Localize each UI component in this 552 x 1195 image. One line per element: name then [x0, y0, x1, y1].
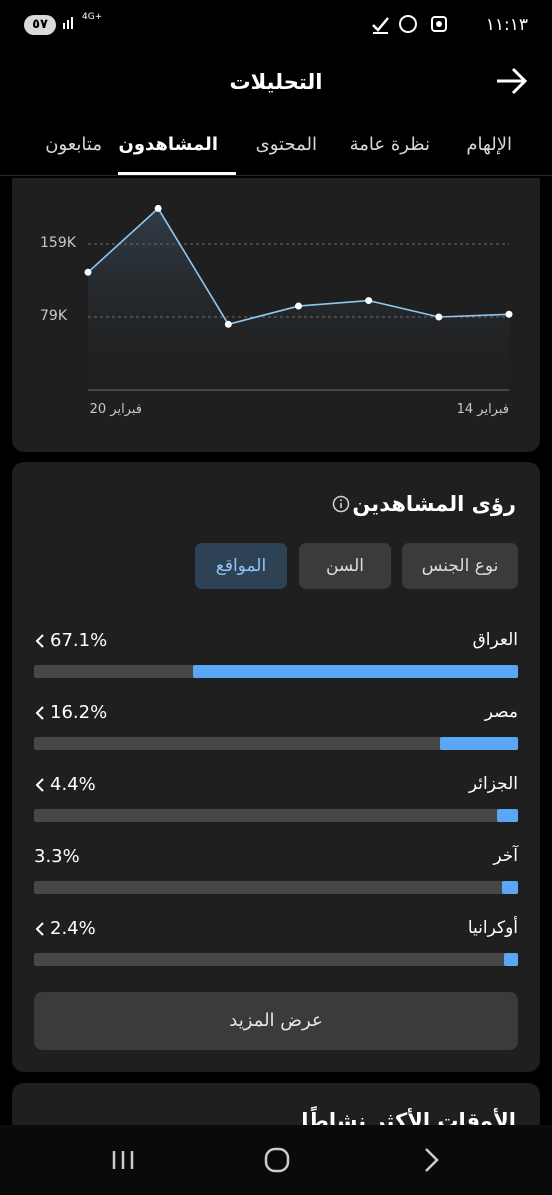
chart-point-6: [505, 310, 513, 318]
tab-followers[interactable]: متابعون: [45, 134, 102, 155]
xtick-feb20: فبراير 20: [90, 402, 142, 417]
chart-point-3: [295, 302, 302, 310]
audience-chart-card: 159K 79K فبراير 14 فبراير 20: [12, 178, 540, 452]
show-more-button[interactable]: عرض المزيد: [34, 992, 518, 1050]
chevron-left-icon: [35, 778, 44, 792]
tab-inspiration[interactable]: الإلهام: [466, 134, 512, 155]
location-bar-track: [34, 737, 518, 750]
back-icon[interactable]: [414, 1143, 448, 1177]
chart-point-4: [365, 297, 373, 305]
filter-age[interactable]: السن: [299, 543, 391, 589]
location-percent: 3.3%: [34, 846, 80, 867]
info-icon[interactable]: [332, 495, 350, 513]
home-icon[interactable]: [260, 1143, 294, 1177]
status-bar: ٥٧ 4G+ ١١:١٣: [0, 0, 552, 52]
signal-icon: [62, 14, 78, 33]
filter-locations[interactable]: المواقع: [195, 543, 287, 589]
location-bar-fill: [502, 881, 518, 894]
page-title: التحليلات: [229, 70, 323, 94]
location-bar-fill: [439, 737, 518, 750]
chart-point-1: [154, 204, 162, 212]
recent-apps-icon[interactable]: [106, 1143, 140, 1177]
tab-content[interactable]: المحتوى: [256, 134, 317, 155]
audience-insights-card: رؤى المشاهدين نوع الجنس السن المواقع الع…: [12, 462, 540, 1072]
chart-area-fill: [88, 208, 509, 390]
location-bar-track: [34, 809, 518, 822]
chevron-left-icon: [35, 634, 44, 648]
ytick-79k: 79K: [40, 308, 68, 324]
battery-indicator: ٥٧: [24, 15, 56, 35]
location-percent: 67.1%: [50, 630, 108, 651]
location-row-other: آخر 3.3%: [34, 846, 518, 906]
audience-line-chart: 159K 79K فبراير 14 فبراير 20: [40, 204, 513, 417]
filter-gender[interactable]: نوع الجنس: [402, 543, 518, 589]
active-tab-indicator: [118, 172, 236, 175]
location-name: أوكرانيا: [467, 918, 518, 938]
location-row-egypt[interactable]: مصر 16.2%: [34, 702, 518, 762]
status-time: ١١:١٣: [485, 15, 528, 35]
location-percent: 2.4%: [50, 918, 96, 939]
location-name: آخر: [493, 846, 518, 866]
location-bar-track: [34, 881, 518, 894]
back-arrow-icon[interactable]: [492, 62, 530, 100]
chart-point-0: [84, 268, 92, 276]
top-app-bar: التحليلات: [0, 52, 552, 112]
location-bar-track: [34, 953, 518, 966]
location-name: الجزائر: [468, 774, 518, 794]
location-name: مصر: [484, 702, 518, 722]
location-percent: 16.2%: [50, 702, 108, 723]
chevron-left-icon: [35, 706, 44, 720]
insights-title: رؤى المشاهدين: [352, 492, 516, 516]
location-bar-fill: [496, 809, 518, 822]
chart-point-2: [224, 320, 232, 328]
tab-audience[interactable]: المشاهدون: [118, 134, 218, 155]
location-bar-fill: [193, 665, 518, 678]
status-icons: [370, 13, 480, 39]
location-row-algeria[interactable]: الجزائر 4.4%: [34, 774, 518, 834]
xtick-feb14: فبراير 14: [457, 402, 509, 417]
ytick-159k: 159K: [40, 235, 77, 251]
tab-overview[interactable]: نظرة عامة: [350, 134, 430, 155]
location-bar-fill: [504, 953, 518, 966]
location-row-ukraine[interactable]: أوكرانيا 2.4%: [34, 918, 518, 978]
location-percent: 4.4%: [50, 774, 96, 795]
chart-point-5: [435, 313, 443, 321]
location-bar-track: [34, 665, 518, 678]
system-nav-bar: [0, 1125, 552, 1195]
tab-bar: الإلهام نظرة عامة المحتوى المشاهدون متاب…: [0, 120, 552, 176]
location-row-iraq[interactable]: العراق 67.1%: [34, 630, 518, 690]
location-name: العراق: [472, 630, 518, 650]
network-type: 4G+: [82, 12, 103, 22]
chevron-left-icon: [35, 922, 44, 936]
